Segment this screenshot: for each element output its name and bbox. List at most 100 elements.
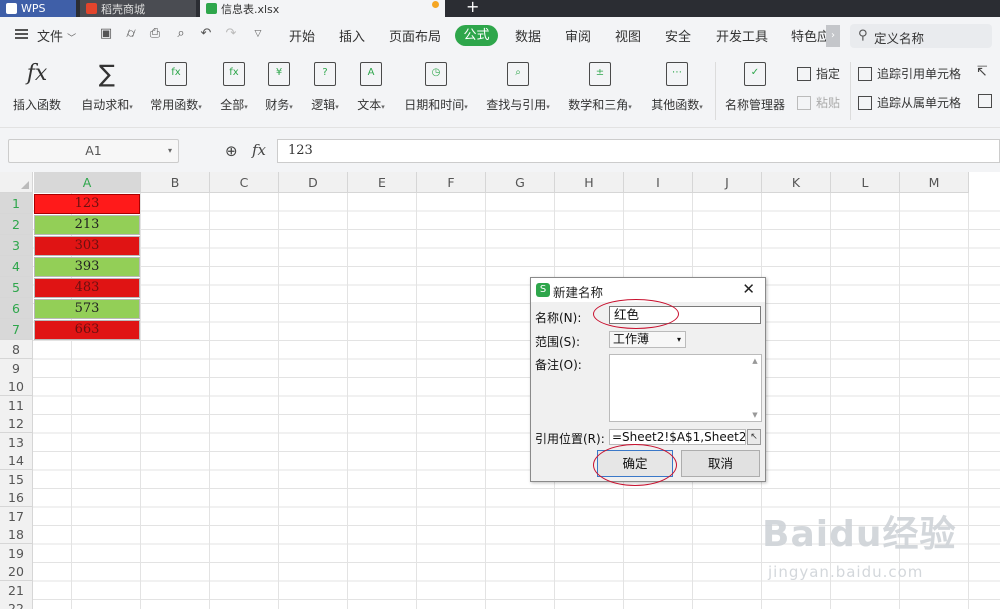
row-header[interactable]: 10 — [0, 377, 33, 396]
scope-select[interactable]: 工作薄 ▾ — [609, 331, 686, 348]
row-header[interactable]: 3 — [0, 235, 33, 256]
name-manager-button[interactable]: ✓ 名称管理器 — [722, 62, 788, 113]
tab-current-file[interactable]: 信息表.xlsx — [200, 0, 445, 17]
row-header[interactable]: 22 — [0, 599, 33, 609]
range-picker-icon[interactable]: ↖ — [747, 429, 761, 445]
row-header[interactable]: 13 — [0, 433, 33, 452]
cell-a5[interactable]: 483 — [34, 278, 140, 298]
row-header[interactable]: 16 — [0, 488, 33, 507]
close-icon[interactable]: ✕ — [742, 280, 755, 298]
row-header[interactable]: 19 — [0, 544, 33, 563]
menu-formulas[interactable]: 公式 — [455, 25, 498, 46]
lookup-reference-button[interactable]: ⌕ 查找与引用▾ — [482, 62, 554, 113]
trace-precedents-button[interactable]: 追踪引用单元格 — [858, 65, 961, 82]
menu-data[interactable]: 数据 — [515, 26, 541, 45]
hamburger-icon[interactable] — [15, 29, 28, 39]
fx-icon[interactable]: fx — [252, 141, 266, 159]
menu-home[interactable]: 开始 — [289, 26, 315, 45]
menu-review[interactable]: 审阅 — [565, 26, 591, 45]
row-header[interactable]: 2 — [0, 214, 33, 235]
print-preview-icon[interactable]: ⌕ — [174, 27, 188, 41]
cell-a2[interactable]: 213 — [34, 215, 140, 235]
all-functions-button[interactable]: fx 全部▾ — [215, 62, 253, 113]
print-icon[interactable]: ⎙ — [148, 27, 162, 41]
trace-dependents-button[interactable]: 追踪从属单元格 — [858, 94, 961, 111]
zoom-icon[interactable]: ⊕ — [225, 142, 238, 160]
reference-input[interactable]: =Sheet2!$A$1,Sheet2!$A$3 — [609, 429, 746, 445]
cell-a4[interactable]: 393 — [34, 257, 140, 277]
column-header[interactable]: E — [348, 172, 417, 193]
more-functions-button[interactable]: ⋯ 其他函数▾ — [646, 62, 708, 113]
financial-button[interactable]: ¥ 财务▾ — [260, 62, 298, 113]
row-header[interactable]: 8 — [0, 340, 33, 359]
date-time-button[interactable]: ◷ 日期和时间▾ — [400, 62, 472, 113]
menu-scroll-right-icon[interactable]: › — [826, 25, 840, 47]
tab-wps[interactable]: WPS — [0, 0, 76, 17]
autosum-button[interactable]: ∑ 自动求和▾ — [76, 62, 138, 113]
quick-access-dropdown-icon[interactable]: ▽ — [251, 27, 265, 41]
row-header[interactable]: 18 — [0, 525, 33, 544]
row-header[interactable]: 12 — [0, 414, 33, 433]
scroll-up-icon[interactable]: ▲ — [751, 357, 759, 365]
cell-a1[interactable]: 123 — [34, 194, 140, 214]
remove-arrows-icon[interactable]: ↸ — [976, 64, 988, 80]
redo-icon[interactable]: ↷ — [224, 27, 238, 41]
row-header[interactable]: 5 — [0, 277, 33, 298]
column-header[interactable]: K — [762, 172, 831, 193]
math-trig-button[interactable]: ± 数学和三角▾ — [564, 62, 636, 113]
format-painter-icon[interactable]: ⌭ — [124, 27, 138, 41]
column-header[interactable]: I — [624, 172, 693, 193]
column-header[interactable]: M — [900, 172, 969, 193]
menu-file[interactable]: 文件 ﹀ — [37, 26, 76, 45]
insert-function-button[interactable]: fx 插入函数 — [10, 62, 64, 113]
column-header[interactable]: C — [210, 172, 279, 193]
row-header[interactable]: 14 — [0, 451, 33, 470]
scroll-down-icon[interactable]: ▼ — [751, 411, 759, 419]
column-header[interactable]: D — [279, 172, 348, 193]
paste-name-button[interactable]: 粘贴 — [797, 94, 840, 111]
cancel-button[interactable]: 取消 — [681, 450, 760, 477]
common-functions-button[interactable]: fx 常用函数▾ — [145, 62, 207, 113]
column-header[interactable]: L — [831, 172, 900, 193]
comment-textarea[interactable]: ▲ ▼ — [609, 354, 762, 422]
cell-a6[interactable]: 573 — [34, 299, 140, 319]
row-header[interactable]: 15 — [0, 470, 33, 489]
menu-developer[interactable]: 开发工具 — [716, 26, 768, 45]
column-header[interactable]: B — [141, 172, 210, 193]
assign-name-button[interactable]: 指定 — [797, 65, 840, 82]
tab-label: WPS — [21, 2, 46, 15]
show-formulas-icon[interactable] — [978, 94, 992, 108]
formula-input[interactable]: 123 — [277, 139, 1000, 163]
row-header[interactable]: 9 — [0, 359, 33, 378]
save-icon[interactable]: ▣ — [99, 27, 113, 41]
menu-view[interactable]: 视图 — [615, 26, 641, 45]
sigma-icon: ∑ — [98, 60, 116, 88]
name-box[interactable]: A1 ▾ — [8, 139, 179, 163]
undo-icon[interactable]: ↶ — [199, 27, 213, 41]
row-header[interactable]: 17 — [0, 507, 33, 526]
text-button[interactable]: A 文本▾ — [352, 62, 390, 113]
column-header[interactable]: J — [693, 172, 762, 193]
logical-button[interactable]: ? 逻辑▾ — [306, 62, 344, 113]
menu-page-layout[interactable]: 页面布局 — [389, 26, 441, 45]
menu-security[interactable]: 安全 — [665, 26, 691, 45]
menu-features[interactable]: 特色应 — [791, 26, 827, 45]
row-header[interactable]: 11 — [0, 396, 33, 415]
column-header[interactable]: A — [34, 172, 141, 193]
cell-a3[interactable]: 303 — [34, 236, 140, 256]
column-header[interactable]: H — [555, 172, 624, 193]
row-header[interactable]: 4 — [0, 256, 33, 277]
select-all-corner[interactable] — [0, 172, 33, 193]
row-header[interactable]: 21 — [0, 581, 33, 600]
new-tab-plus-icon[interactable]: + — [466, 0, 479, 16]
row-header[interactable]: 7 — [0, 319, 33, 340]
cell-a7[interactable]: 663 — [34, 320, 140, 340]
tab-docer-store[interactable]: 稻壳商城 — [80, 0, 196, 17]
column-header[interactable]: G — [486, 172, 555, 193]
row-header[interactable]: 20 — [0, 562, 33, 581]
row-header[interactable]: 6 — [0, 298, 33, 319]
search-box[interactable]: ⚲ 定义名称 — [850, 24, 992, 48]
menu-insert[interactable]: 插入 — [339, 26, 365, 45]
column-header[interactable]: F — [417, 172, 486, 193]
row-header[interactable]: 1 — [0, 193, 33, 214]
